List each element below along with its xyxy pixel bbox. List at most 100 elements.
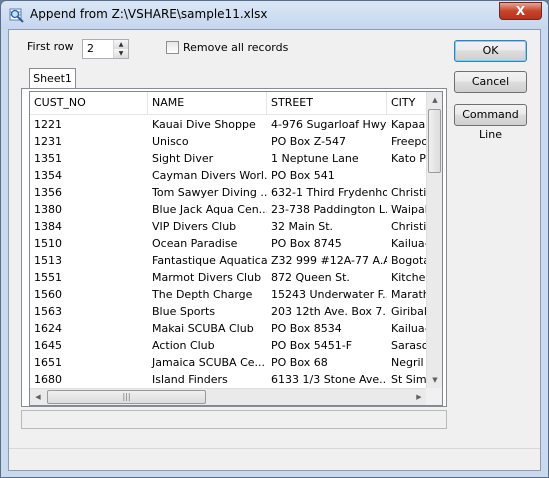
table-row[interactable]: 1645Action ClubPO Box 5451-FSarasota <box>30 337 429 354</box>
table-cell[interactable]: PO Box 8534 <box>267 320 387 337</box>
table-cell[interactable]: 1354 <box>30 167 148 184</box>
table-cell[interactable]: PO Box 68 <box>267 354 387 371</box>
table-cell[interactable]: Blue Sports <box>148 303 267 320</box>
table-row[interactable]: 1563 Blue Sports 203 12th Ave. Box 7... Gir… <box>30 303 429 320</box>
title-bar[interactable]: Append from Z:\VSHARE\sample11.xlsx X <box>1 1 548 29</box>
table-row[interactable]: 1560 The Depth Charge 15243 Underwater F..… <box>30 286 429 303</box>
table-row[interactable]: 1513 Fantastique Aquatica Z32 999 #12A-77 … <box>30 252 429 269</box>
table-cell[interactable]: Christian <box>387 184 429 201</box>
spin-up-icon[interactable]: ▲ <box>114 40 128 49</box>
table-cell[interactable]: Makai SCUBA Club <box>148 320 267 337</box>
table-cell[interactable]: PO Box 5451-F <box>267 337 387 354</box>
table-cell[interactable]: Cayman Divers Worl... <box>148 167 267 184</box>
table-cell[interactable]: 15243 Underwater F... <box>267 286 387 303</box>
table-cell[interactable]: 1551 <box>30 269 148 286</box>
horizontal-scroll-thumb[interactable]: ||| <box>47 390 206 404</box>
table-cell[interactable]: Kailua-K <box>387 320 429 337</box>
table-row[interactable]: 1221 Kauai Dive Shoppe 4-976 Sugarloaf Hwy… <box>30 116 429 133</box>
tab-sheet1[interactable]: Sheet1 <box>29 68 76 89</box>
spin-down-icon[interactable]: ▼ <box>114 49 128 58</box>
table-cell[interactable]: 1513 <box>30 252 148 269</box>
table-cell[interactable]: Waipahu <box>387 201 429 218</box>
table-cell[interactable]: Maratho <box>387 286 429 303</box>
remove-all-records-label[interactable]: Remove all records <box>183 41 288 54</box>
table-row[interactable]: 1384VIP Divers Club32 Main St.Christian <box>30 218 429 235</box>
table-cell[interactable]: 1680 <box>30 371 148 388</box>
table-cell[interactable]: Giribaldi <box>387 303 429 320</box>
column-header-name[interactable]: NAME <box>148 92 267 115</box>
table-cell[interactable]: PO Box 541 <box>267 167 387 184</box>
table-cell[interactable]: 1356 <box>30 184 148 201</box>
table-row[interactable]: 1551 Marmot Divers Club 872 Queen St. Kitch… <box>30 269 429 286</box>
scroll-left-icon[interactable]: ◀ <box>30 389 46 405</box>
table-cell[interactable]: Island Finders <box>148 371 267 388</box>
table-cell[interactable]: Bogota <box>387 252 429 269</box>
table-cell[interactable]: 1351 <box>30 150 148 167</box>
vertical-scrollbar[interactable]: ▲ ▼ <box>426 92 442 389</box>
table-cell[interactable]: The Depth Charge <box>148 286 267 303</box>
table-cell[interactable]: Unisco <box>148 133 267 150</box>
first-row-spinner[interactable]: 2 ▲ ▼ <box>82 39 129 59</box>
scroll-down-icon[interactable]: ▼ <box>427 372 442 389</box>
column-header-cust-no[interactable]: CUST_NO <box>30 92 148 115</box>
data-grid[interactable]: CUST_NO NAME STREET CITY 1221 Kauai Dive … <box>29 91 443 406</box>
table-cell[interactable]: Action Club <box>148 337 267 354</box>
table-row[interactable]: 1231UniscoPO Box Z-547Freeport <box>30 133 429 150</box>
table-cell[interactable]: St Simon <box>387 371 429 388</box>
table-cell[interactable]: Negril <box>387 354 429 371</box>
cancel-button[interactable]: Cancel <box>454 71 527 93</box>
remove-all-records-checkbox[interactable] <box>166 41 179 54</box>
table-cell[interactable]: 1384 <box>30 218 148 235</box>
table-cell[interactable]: PO Box 8745 <box>267 235 387 252</box>
command-line-button[interactable]: Command Line <box>454 104 527 141</box>
table-cell[interactable]: 632-1 Third Frydenhoj <box>267 184 387 201</box>
table-cell[interactable]: Jamaica SCUBA Ce... <box>148 354 267 371</box>
table-row[interactable]: 1510Ocean ParadisePO Box 8745Kailua-K <box>30 235 429 252</box>
table-cell[interactable]: Sarasota <box>387 337 429 354</box>
first-row-value[interactable]: 2 <box>87 42 94 55</box>
table-cell[interactable]: Fantastique Aquatica <box>148 252 267 269</box>
table-cell[interactable]: Kauai Dive Shoppe <box>148 116 267 133</box>
table-cell[interactable]: 872 Queen St. <box>267 269 387 286</box>
table-cell[interactable]: 1651 <box>30 354 148 371</box>
table-cell[interactable]: 1221 <box>30 116 148 133</box>
scroll-up-icon[interactable]: ▲ <box>427 92 442 109</box>
table-cell[interactable]: Sight Diver <box>148 150 267 167</box>
table-cell[interactable]: Blue Jack Aqua Cen... <box>148 201 267 218</box>
table-cell[interactable]: Christian <box>387 218 429 235</box>
table-cell[interactable]: VIP Divers Club <box>148 218 267 235</box>
table-cell[interactable]: 1510 <box>30 235 148 252</box>
table-cell[interactable]: 6133 1/3 Stone Ave... <box>267 371 387 388</box>
table-row[interactable]: 1380 Blue Jack Aqua Cen... 23-738 Paddingt… <box>30 201 429 218</box>
table-cell[interactable]: Tom Sawyer Diving ... <box>148 184 267 201</box>
table-cell[interactable]: 1560 <box>30 286 148 303</box>
table-row[interactable]: 1356 Tom Sawyer Diving ... 632-1 Third Fry… <box>30 184 429 201</box>
table-cell[interactable] <box>387 167 429 184</box>
table-cell[interactable]: 1380 <box>30 201 148 218</box>
table-cell[interactable]: Marmot Divers Club <box>148 269 267 286</box>
table-cell[interactable]: 23-738 Paddington L... <box>267 201 387 218</box>
table-cell[interactable]: Kailua-K <box>387 235 429 252</box>
close-button[interactable]: X <box>499 2 542 20</box>
table-row[interactable]: 1651 Jamaica SCUBA Ce... PO Box 68 Negril <box>30 354 429 371</box>
table-cell[interactable]: 1 Neptune Lane <box>267 150 387 167</box>
column-header-street[interactable]: STREET <box>267 92 387 115</box>
table-cell[interactable]: 1645 <box>30 337 148 354</box>
table-cell[interactable]: 4-976 Sugarloaf Hwy <box>267 116 387 133</box>
table-cell[interactable]: 203 12th Ave. Box 7... <box>267 303 387 320</box>
table-row[interactable]: 1354 Cayman Divers Worl... PO Box 541 <box>30 167 429 184</box>
table-row[interactable]: 1624Makai SCUBA ClubPO Box 8534Kailua-K <box>30 320 429 337</box>
table-cell[interactable]: 1563 <box>30 303 148 320</box>
ok-button[interactable]: OK <box>454 40 527 62</box>
table-cell[interactable]: Ocean Paradise <box>148 235 267 252</box>
horizontal-scrollbar[interactable]: ◀ ||| ▶ <box>30 388 427 405</box>
table-cell[interactable]: Kitchene <box>387 269 429 286</box>
table-cell[interactable]: Freeport <box>387 133 429 150</box>
table-row[interactable]: 1351 Sight Diver 1 Neptune Lane Kato Pa <box>30 150 429 167</box>
table-cell[interactable]: PO Box Z-547 <box>267 133 387 150</box>
table-row[interactable]: 1680 Island Finders 6133 1/3 Stone Ave... S… <box>30 371 429 388</box>
table-cell[interactable]: 1624 <box>30 320 148 337</box>
table-cell[interactable]: Kapaa K <box>387 116 429 133</box>
scroll-right-icon[interactable]: ▶ <box>411 389 427 405</box>
table-cell[interactable]: Kato Pa <box>387 150 429 167</box>
